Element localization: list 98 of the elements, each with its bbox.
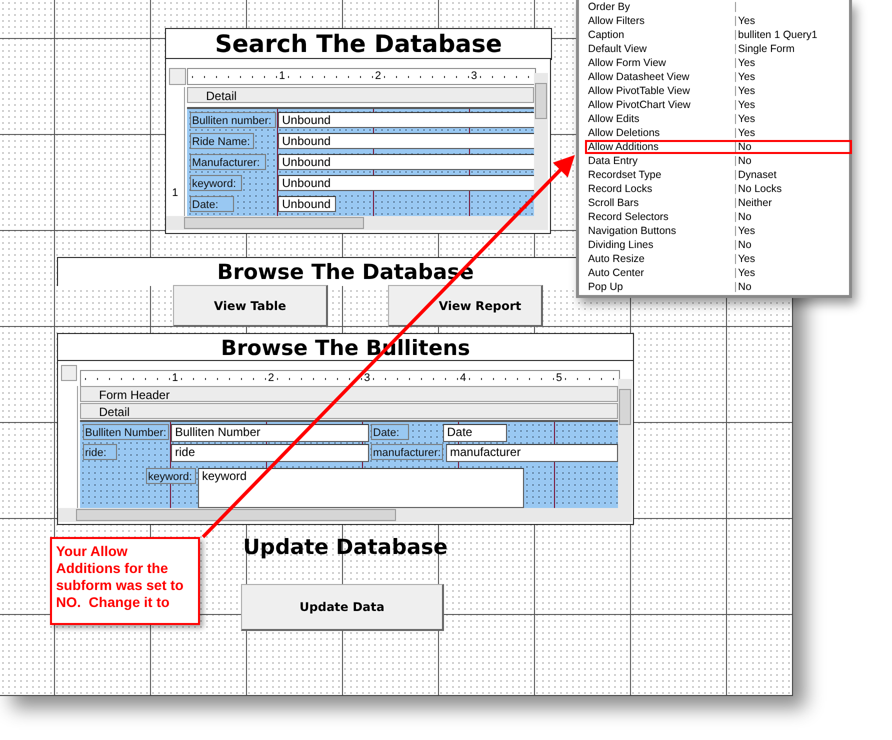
ruler-corner bbox=[61, 365, 77, 381]
property-name: Record Locks bbox=[587, 184, 736, 194]
property-value[interactable]: No Locks bbox=[736, 184, 782, 194]
property-row[interactable]: Allow Filters Yes bbox=[585, 14, 852, 28]
property-name: Allow Additions bbox=[587, 142, 736, 152]
text-box[interactable]: Unbound bbox=[278, 196, 336, 212]
property-row[interactable]: Pop Up No bbox=[585, 280, 852, 294]
property-name: Dividing Lines bbox=[587, 240, 736, 250]
property-name: Record Selectors bbox=[587, 212, 736, 222]
property-row[interactable]: Scroll Bars Neither bbox=[585, 196, 852, 210]
property-value[interactable]: Yes bbox=[736, 86, 756, 96]
property-name: Navigation Buttons bbox=[587, 226, 736, 236]
property-value[interactable]: No bbox=[736, 240, 752, 250]
property-row[interactable]: Allow Datasheet View Yes bbox=[585, 70, 852, 84]
vertical-scrollbar[interactable] bbox=[618, 379, 632, 508]
property-value[interactable]: Yes bbox=[736, 58, 756, 68]
property-row[interactable]: Allow PivotChart View Yes bbox=[585, 98, 852, 112]
text-box[interactable]: ride bbox=[171, 444, 369, 462]
property-row[interactable]: Allow Edits Yes bbox=[585, 112, 852, 126]
field-label: Date: bbox=[190, 196, 234, 212]
property-name: Allow Datasheet View bbox=[587, 72, 736, 82]
text-box[interactable]: Unbound bbox=[278, 133, 536, 149]
field-label: Bulliten Number: bbox=[83, 424, 169, 440]
field-label: keyword: bbox=[190, 175, 242, 191]
field-label: ride: bbox=[83, 444, 117, 460]
property-value[interactable]: No bbox=[736, 156, 752, 166]
property-name: Pop Up bbox=[587, 282, 736, 292]
horizontal-ruler: 1 2 3 4 5 bbox=[80, 370, 620, 387]
property-value[interactable]: Yes bbox=[736, 114, 756, 124]
property-value[interactable]: Yes bbox=[736, 128, 756, 138]
property-value[interactable]: bulliten 1 Query1 bbox=[736, 30, 818, 40]
property-name: Allow Edits bbox=[587, 114, 736, 124]
property-row[interactable]: Default View Single Form bbox=[585, 42, 852, 56]
text-box[interactable]: keyword bbox=[198, 468, 524, 508]
ruler-corner bbox=[169, 68, 186, 85]
property-value[interactable]: Yes bbox=[736, 226, 756, 236]
property-row[interactable]: Record Selectors No bbox=[585, 210, 852, 224]
property-row[interactable]: Record Locks No Locks bbox=[585, 182, 852, 196]
property-row[interactable]: Allow Form View Yes bbox=[585, 56, 852, 70]
property-name: Order By bbox=[587, 2, 736, 12]
property-row[interactable]: Allow PivotTable View Yes bbox=[585, 84, 852, 98]
property-name: Allow Form View bbox=[587, 58, 736, 68]
property-value[interactable]: Single Form bbox=[736, 44, 795, 54]
property-value[interactable]: Yes bbox=[736, 100, 756, 110]
property-row[interactable]: Caption bulliten 1 Query1 bbox=[585, 28, 852, 42]
property-value[interactable]: Yes bbox=[736, 16, 756, 26]
section-header[interactable]: Detail bbox=[80, 403, 618, 419]
field-label: Date: bbox=[371, 424, 409, 440]
property-value[interactable]: Neither bbox=[736, 198, 772, 208]
horizontal-ruler: 1 2 3 bbox=[187, 68, 536, 85]
property-value[interactable]: Yes bbox=[736, 72, 756, 82]
horizontal-scrollbar[interactable] bbox=[166, 216, 548, 230]
property-value[interactable]: No bbox=[736, 282, 752, 292]
property-row[interactable]: Recordset Type Dynaset bbox=[585, 168, 852, 182]
text-box[interactable]: Date bbox=[443, 424, 507, 442]
field-label: Manufacturer: bbox=[190, 154, 266, 170]
property-row[interactable]: Data Entry No bbox=[585, 154, 852, 168]
property-value[interactable]: Yes bbox=[736, 268, 756, 278]
property-row[interactable]: Allow Deletions Yes bbox=[585, 126, 852, 140]
property-name: Allow PivotTable View bbox=[587, 86, 736, 96]
command-button[interactable]: View Report bbox=[388, 285, 543, 327]
property-row[interactable]: Auto Resize Yes bbox=[585, 252, 852, 266]
text-box[interactable]: Unbound bbox=[278, 175, 536, 191]
property-value[interactable]: No bbox=[736, 212, 752, 222]
text-box[interactable]: Unbound bbox=[278, 154, 536, 170]
property-value[interactable]: Yes bbox=[736, 254, 756, 264]
command-button[interactable]: View Table bbox=[173, 285, 328, 327]
property-name: Allow Deletions bbox=[587, 128, 736, 138]
property-value[interactable]: No bbox=[736, 142, 752, 152]
property-row[interactable]: Dividing Lines No bbox=[585, 238, 852, 252]
property-row[interactable]: Allow Additions No bbox=[585, 140, 852, 154]
field-label: manufacturer: bbox=[371, 444, 443, 460]
property-name: Auto Center bbox=[587, 268, 736, 278]
horizontal-scrollbar[interactable] bbox=[58, 508, 632, 522]
section-header[interactable]: Detail bbox=[187, 87, 534, 103]
field-label: Bulliten number: bbox=[190, 112, 276, 128]
text-box[interactable]: Unbound bbox=[278, 112, 536, 128]
property-row[interactable]: Auto Center Yes bbox=[585, 266, 852, 280]
property-name: Scroll Bars bbox=[587, 198, 736, 208]
form-title: Search The Database bbox=[165, 28, 552, 60]
field-label: Ride Name: bbox=[190, 133, 254, 149]
property-value[interactable]: Dynaset bbox=[736, 170, 777, 180]
property-row[interactable]: Navigation Buttons Yes bbox=[585, 224, 852, 238]
property-row[interactable]: Order By bbox=[585, 0, 852, 14]
text-box[interactable]: Bulliten Number bbox=[171, 424, 369, 442]
field-label: keyword: bbox=[146, 468, 196, 484]
section-header[interactable]: Form Header bbox=[80, 386, 618, 402]
property-name: Recordset Type bbox=[587, 170, 736, 180]
text-box[interactable]: manufacturer bbox=[446, 444, 618, 462]
property-name: Allow PivotChart View bbox=[587, 100, 736, 110]
property-name: Allow Filters bbox=[587, 16, 736, 26]
callout-note: Your Allow Additions for the subform was set to NO. Change it to bbox=[50, 537, 200, 625]
property-name: Auto Resize bbox=[587, 254, 736, 264]
property-name: Default View bbox=[587, 44, 736, 54]
command-button[interactable]: Update Data bbox=[241, 584, 444, 631]
property-name: Caption bbox=[587, 30, 736, 40]
property-name: Data Entry bbox=[587, 156, 736, 166]
vertical-scrollbar[interactable] bbox=[534, 73, 548, 216]
